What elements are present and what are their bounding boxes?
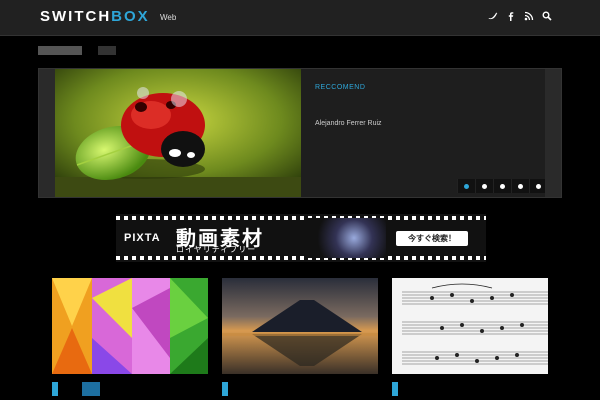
facebook-icon[interactable] xyxy=(506,11,516,23)
logo-accent: BOX xyxy=(111,8,150,25)
twitter-icon[interactable] xyxy=(488,11,498,23)
post-thumbnail-2[interactable] xyxy=(222,278,378,374)
social-links xyxy=(488,11,552,23)
banner-brand: PIXTA xyxy=(124,232,161,244)
slide-image[interactable] xyxy=(55,69,301,197)
featured-slider: RECCOMEND Alejandro Ferrer Ruiz xyxy=(38,68,562,198)
tab-second[interactable] xyxy=(98,46,116,55)
slider-dot-4[interactable] xyxy=(511,179,529,193)
content-tabs xyxy=(38,46,116,55)
banner-filmstrip-top xyxy=(116,216,486,220)
slide-info-panel: RECCOMEND Alejandro Ferrer Ruiz xyxy=(301,69,547,197)
slide-author[interactable]: Alejandro Ferrer Ruiz xyxy=(315,120,382,127)
slider-dot-3[interactable] xyxy=(493,179,511,193)
post-category-tag-2[interactable] xyxy=(222,382,228,396)
nav-item-web[interactable]: Web xyxy=(160,13,176,22)
rss-icon[interactable] xyxy=(524,11,534,23)
slider-pagination xyxy=(457,179,547,193)
slide-category[interactable]: RECCOMEND xyxy=(315,84,365,91)
banner-filmstrip-bottom xyxy=(116,256,486,260)
site-header: SWITCHBOX Web xyxy=(0,0,600,36)
banner-cta-button[interactable]: 今すぐ検索！ xyxy=(396,231,468,246)
tab-first[interactable] xyxy=(38,46,82,55)
post-thumbnail-3[interactable] xyxy=(392,278,548,374)
slider-right-margin xyxy=(545,69,561,197)
banner-subtitle: ロイヤリティフリー xyxy=(176,245,257,254)
post-category-tag-3[interactable] xyxy=(392,382,398,396)
post-category-tag-1b[interactable] xyxy=(82,382,100,396)
slider-dot-1[interactable] xyxy=(457,179,475,193)
site-logo[interactable]: SWITCHBOX xyxy=(40,8,150,25)
logo-main: SWITCH xyxy=(40,8,112,25)
slider-left-margin xyxy=(39,69,55,197)
ad-banner[interactable]: PIXTA 動画素材 ロイヤリティフリー 今すぐ検索！ xyxy=(116,214,486,262)
search-icon[interactable] xyxy=(542,11,552,23)
post-thumbnail-1[interactable] xyxy=(52,278,208,374)
slider-dot-2[interactable] xyxy=(475,179,493,193)
post-category-tag-1[interactable] xyxy=(52,382,58,396)
banner-glow xyxy=(306,218,386,258)
